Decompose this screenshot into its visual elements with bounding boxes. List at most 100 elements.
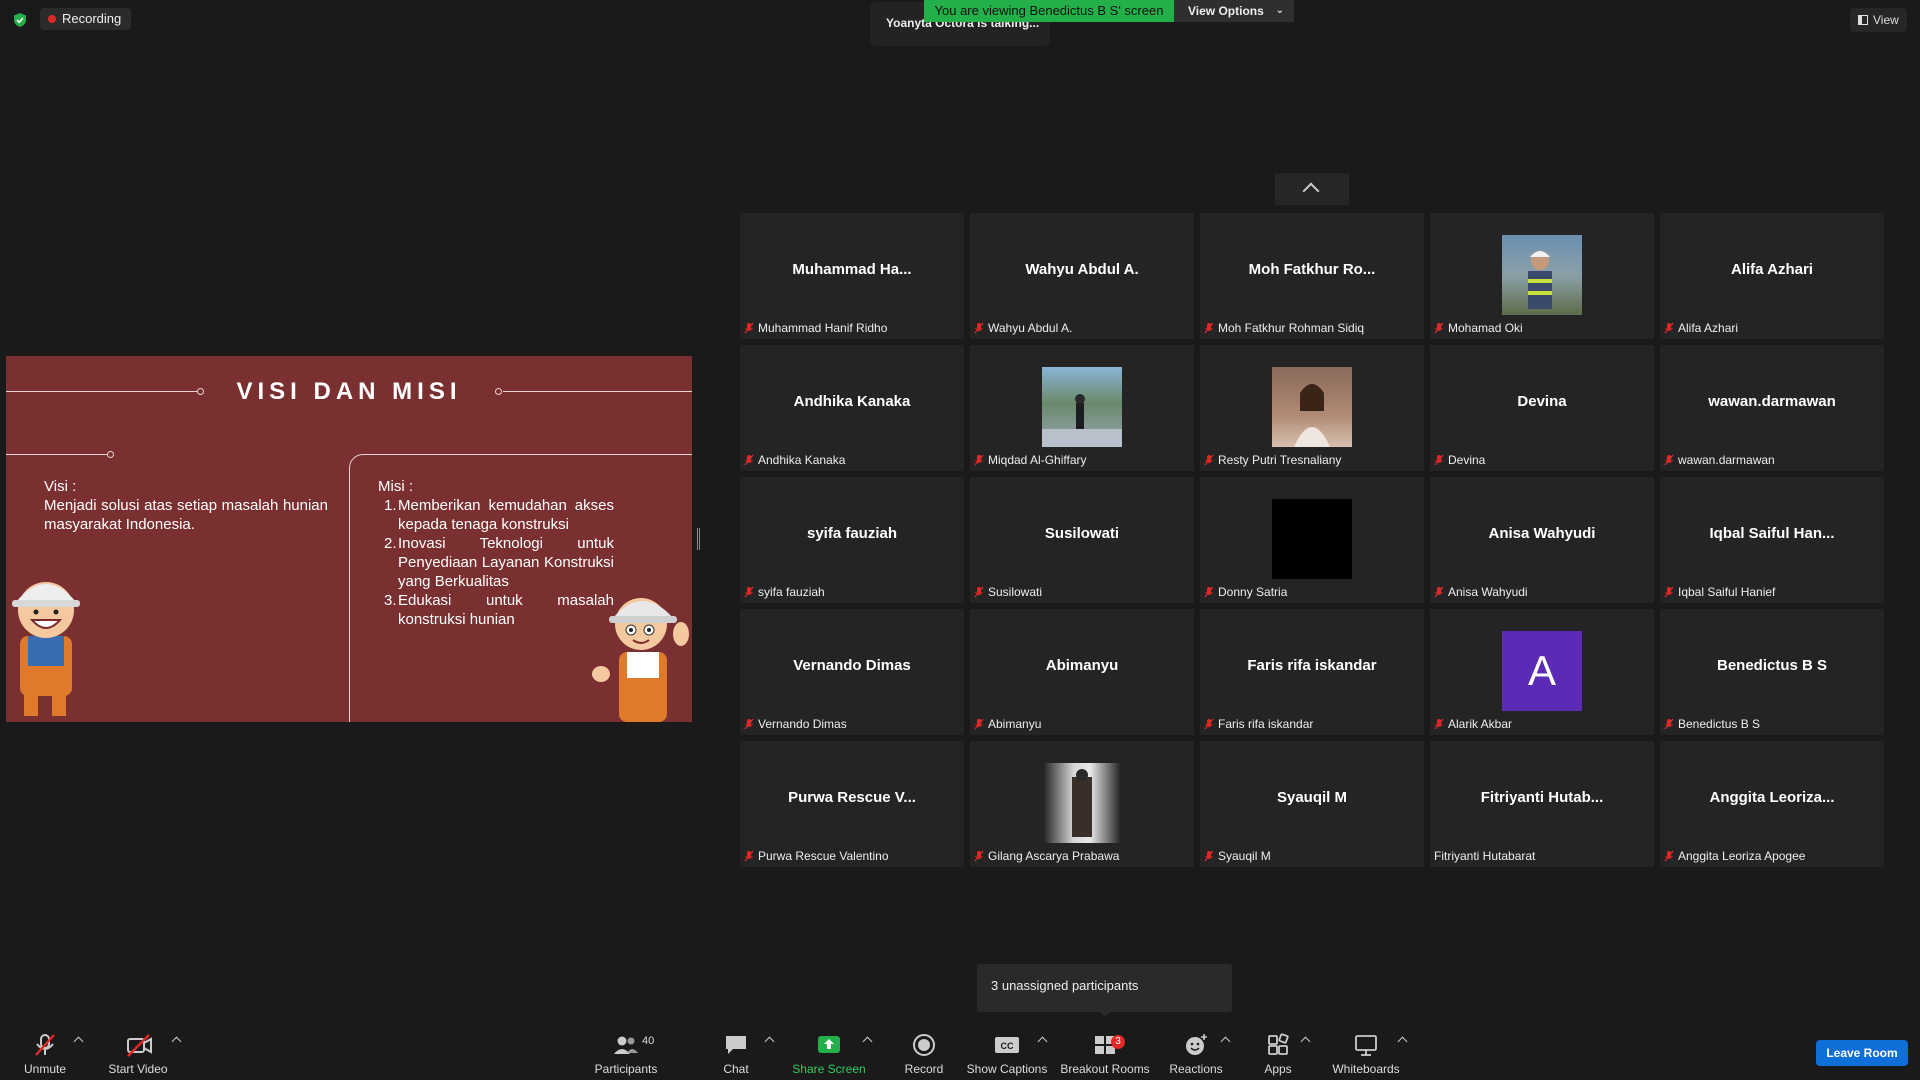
participant-tile[interactable]: Wahyu Abdul A. Wahyu Abdul A. [970, 213, 1194, 339]
record-label: Record [904, 1062, 944, 1076]
participants-count: 40 [642, 1035, 655, 1047]
show-captions-button[interactable]: CC Show Captions [966, 1030, 1048, 1078]
participant-tile[interactable]: Anisa Wahyudi Anisa Wahyudi [1430, 477, 1654, 603]
chat-label: Chat [723, 1062, 749, 1076]
participant-tile[interactable]: Benedictus B S Benedictus B S [1660, 609, 1884, 735]
muted-mic-icon [744, 586, 754, 598]
participant-display-name: Abimanyu [1045, 657, 1119, 674]
participant-tile[interactable]: Gilang Ascarya Prabawa [970, 741, 1194, 867]
participant-tile[interactable]: Anggita Leoriza... Anggita Leoriza Apogee [1660, 741, 1884, 867]
recording-indicator[interactable]: Recording [40, 8, 132, 30]
layout-icon [1858, 15, 1868, 25]
participant-tile[interactable]: Purwa Rescue V... Purwa Rescue Valentino [740, 741, 964, 867]
participant-display-name: Anggita Leoriza... [1709, 789, 1835, 806]
chevron-down-icon: ⌄ [1275, 5, 1284, 16]
participant-name-label: Syauqil M [1204, 848, 1271, 865]
video-options-caret-icon[interactable] [171, 1036, 182, 1047]
participant-tile[interactable]: syifa fauziah syifa fauziah [740, 477, 964, 603]
participant-name: Wahyu Abdul A. [988, 321, 1073, 335]
muted-mic-icon [1204, 322, 1214, 334]
participant-tile[interactable]: A Alarik Akbar [1430, 609, 1654, 735]
reactions-label: Reactions [1169, 1062, 1223, 1076]
gallery-page-up-button[interactable] [1275, 173, 1349, 205]
reactions-button[interactable]: Reactions [1166, 1030, 1226, 1078]
participant-tile[interactable]: Donny Satria [1200, 477, 1424, 603]
viewing-screen-banner: You are viewing Benedictus B S' screen [924, 0, 1174, 22]
camera-off-icon [127, 1034, 152, 1057]
participant-name: Purwa Rescue Valentino [758, 849, 889, 863]
share-screen-icon [818, 1036, 840, 1053]
participant-name-label: Muhammad Hanif Ridho [744, 320, 887, 337]
muted-mic-icon [974, 322, 984, 334]
muted-mic-icon [744, 322, 754, 334]
participant-tile[interactable]: Andhika Kanaka Andhika Kanaka [740, 345, 964, 471]
chat-bubble-icon [726, 1036, 746, 1054]
view-label: View [1873, 13, 1899, 27]
muted-mic-icon [1204, 718, 1214, 730]
participant-name: Gilang Ascarya Prabawa [988, 849, 1120, 863]
leave-room-button[interactable]: Leave Room [1816, 1040, 1908, 1066]
participant-tile[interactable]: Miqdad Al-Ghiffary [970, 345, 1194, 471]
participant-name: Devina [1448, 453, 1486, 467]
participant-name: Muhammad Hanif Ridho [758, 321, 888, 335]
view-options-button[interactable]: View Options ⌄ [1174, 0, 1294, 22]
participant-tile[interactable]: Moh Fatkhur Ro... Moh Fatkhur Rohman Sidi… [1200, 213, 1424, 339]
apps-button[interactable]: Apps [1256, 1030, 1300, 1078]
svg-text:CC: CC [1001, 1041, 1014, 1051]
participant-tile[interactable]: Susilowati Susilowati [970, 477, 1194, 603]
slide-divider-dot [107, 451, 114, 458]
participant-tile[interactable]: Iqbal Saiful Han... Iqbal Saiful Hanief [1660, 477, 1884, 603]
participant-display-name: Purwa Rescue V... [788, 789, 916, 806]
participant-display-name: Wahyu Abdul A. [1025, 261, 1139, 278]
participant-tile[interactable]: Fitriyanti Hutab... Fitriyanti Hutabarat [1430, 741, 1654, 867]
unmute-button[interactable]: Unmute [14, 1030, 76, 1078]
participant-name: Faris rifa iskandar [1218, 717, 1314, 731]
tooltip-arrow [1098, 1010, 1112, 1017]
misi-list: 1. Memberikan kemudahan akses kepada tena… [384, 496, 614, 629]
top-bar: Recording Yoanyta Octora is talking... Y… [0, 0, 1920, 46]
participant-tile[interactable]: Faris rifa iskandar Faris rifa iskandar [1200, 609, 1424, 735]
slide-divider-line [6, 454, 110, 455]
participant-name: Moh Fatkhur Rohman Sidiq [1218, 321, 1365, 335]
muted-mic-icon [1434, 586, 1444, 598]
participant-name: Benedictus B S [1678, 717, 1761, 731]
apps-options-caret-icon[interactable] [1300, 1036, 1311, 1047]
participant-name: wawan.darmawan [1678, 453, 1775, 467]
chat-button[interactable]: Chat [712, 1030, 760, 1078]
view-button[interactable]: View [1850, 8, 1907, 32]
participant-video-window-photo [1042, 763, 1122, 843]
misi-item: 2. Inovasi Teknologi untuk Penyediaan Lay… [384, 535, 614, 590]
start-video-button[interactable]: Start Video [104, 1030, 172, 1078]
participant-display-name: Andhika Kanaka [793, 393, 911, 410]
participant-tile[interactable]: Resty Putri Tresnaliany [1200, 345, 1424, 471]
participant-name: Alifa Azhari [1678, 321, 1739, 335]
participant-tile[interactable]: Syauqil M Syauqil M [1200, 741, 1424, 867]
participant-tile[interactable]: Alifa Azhari Alifa Azhari [1660, 213, 1884, 339]
construction-worker-illustration [592, 598, 689, 722]
participant-name-label: Faris rifa iskandar [1204, 716, 1313, 733]
breakout-rooms-button[interactable]: Breakout Rooms [1060, 1030, 1150, 1078]
participant-tile[interactable]: Muhammad Ha... Muhammad Hanif Ridho [740, 213, 964, 339]
shared-screen-slide: VISI DAN MISI Visi : Menjadi solusi atas… [6, 356, 692, 722]
whiteboards-button[interactable]: Whiteboards [1330, 1030, 1402, 1078]
participant-display-name: Anisa Wahyudi [1488, 525, 1596, 542]
muted-mic-icon [1204, 586, 1214, 598]
participant-tile[interactable]: Abimanyu Abimanyu [970, 609, 1194, 735]
participant-display-name: Moh Fatkhur Ro... [1248, 261, 1376, 278]
participant-tile[interactable]: Devina Devina [1430, 345, 1654, 471]
participant-tile[interactable]: wawan.darmawan wawan.darmawan [1660, 345, 1884, 471]
split-view-resize-handle[interactable] [697, 528, 700, 550]
participant-name-label: Fitriyanti Hutabarat [1434, 848, 1535, 865]
security-shield-icon[interactable] [12, 12, 28, 28]
share-screen-button[interactable]: Share Screen [792, 1030, 866, 1078]
record-button[interactable]: Record [896, 1030, 952, 1078]
participant-video-worker-photo [1502, 235, 1582, 315]
participant-tile[interactable]: Mohamad Oki [1430, 213, 1654, 339]
participant-name: Syauqil M [1218, 849, 1271, 863]
participant-name: Anggita Leoriza Apogee [1678, 849, 1806, 863]
participant-tile[interactable]: Vernando Dimas Vernando Dimas [740, 609, 964, 735]
muted-mic-icon [744, 718, 754, 730]
whiteboard-icon [1355, 1035, 1377, 1056]
muted-mic-icon [1434, 322, 1444, 334]
chat-options-caret-icon[interactable] [764, 1036, 775, 1047]
